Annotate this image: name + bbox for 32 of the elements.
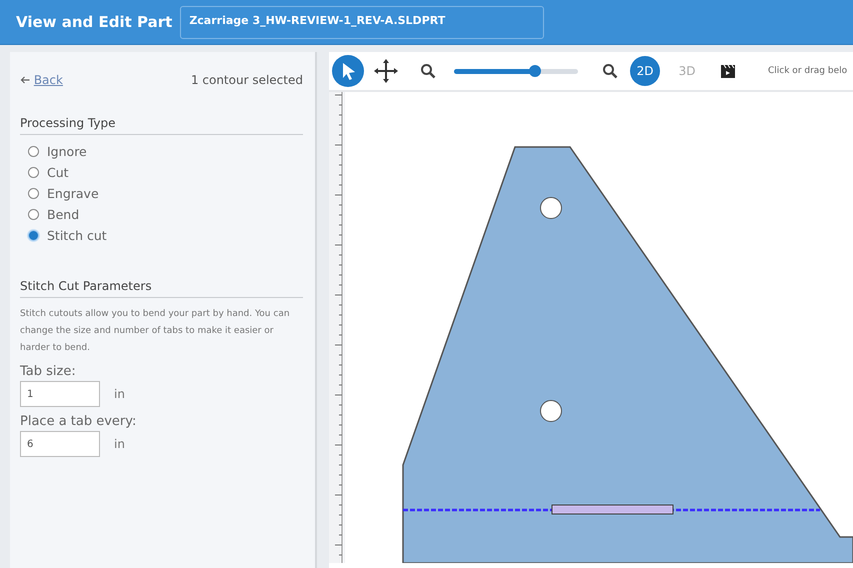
field-label: Tab size: (20, 364, 77, 379)
radio-icon[interactable] (28, 167, 39, 178)
file-name-field[interactable]: Zcarriage 3_HW-REVIEW-1_REV-A.SLDPRT (180, 6, 544, 38)
section-heading: Stitch Cut Parameters (20, 279, 303, 298)
move-icon[interactable] (372, 57, 400, 85)
radio-option[interactable]: Cut (28, 165, 303, 180)
field-label: Place a tab every: (20, 414, 138, 429)
description-text: Stitch cutouts allow you to bend your part by hand. You can change the size and number of tabs to make it easier or harder to bend. (20, 308, 291, 355)
view-mode-button[interactable]: 2D (630, 56, 660, 86)
back-link[interactable]: Back (20, 73, 63, 87)
page-title: View and Edit Part (16, 13, 172, 31)
zoom-out-icon[interactable] (420, 63, 436, 79)
tab-marker[interactable] (552, 504, 674, 514)
unit-label: in (114, 437, 125, 451)
radio-option[interactable]: Engrave (28, 186, 303, 201)
radio-icon[interactable] (28, 230, 39, 241)
back-arrow-icon[interactable] (20, 76, 30, 84)
input-field[interactable]: 1 (20, 381, 100, 407)
clapperboard-icon[interactable] (720, 64, 736, 78)
radio-icon[interactable] (28, 188, 39, 199)
radio-icon[interactable] (28, 146, 39, 157)
unit-label: in (114, 387, 125, 401)
radio-option[interactable]: Stitch cut (28, 228, 303, 243)
pointer-icon[interactable] (332, 55, 364, 87)
input-field[interactable]: 6 (20, 431, 100, 457)
radio-option[interactable]: Ignore (28, 144, 303, 159)
section-heading: Processing Type (20, 116, 303, 135)
hint-text: Click or drag belo (768, 66, 848, 76)
radio-icon[interactable] (28, 209, 39, 220)
selection-status: 1 contour selected (190, 73, 303, 87)
zoom-in-icon[interactable] (602, 63, 618, 79)
radio-option[interactable]: Bend (28, 207, 303, 222)
